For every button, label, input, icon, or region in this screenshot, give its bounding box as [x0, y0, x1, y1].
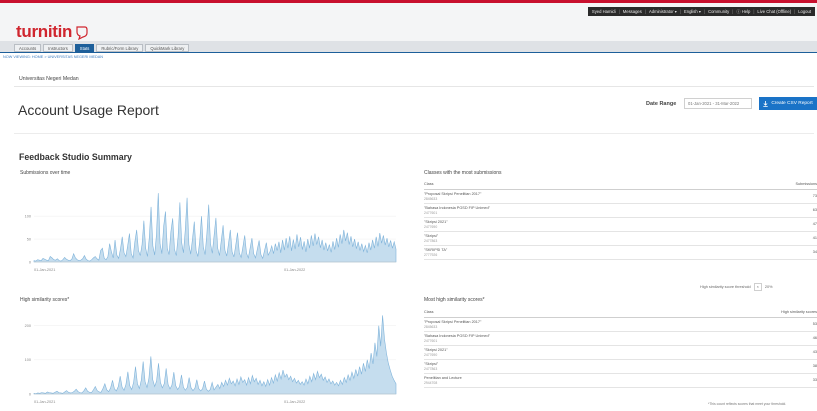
table-header: Class High similarity scores: [424, 310, 817, 318]
submission-count: 41: [812, 236, 817, 240]
table-row[interactable]: "Proposal Skripsi Penelitian 2017" 284563…: [424, 318, 817, 332]
logo-text: turnitin: [16, 22, 73, 41]
topnav-logout[interactable]: Logout: [798, 9, 811, 14]
download-icon: [763, 100, 769, 107]
class-id: 2477690: [424, 224, 438, 229]
similarity-chart-title: High similarity scores*: [20, 297, 70, 303]
institution-name: Universitas Negeri Medan: [19, 76, 79, 82]
submission-count: 73: [812, 194, 817, 198]
submissions-chart: 0 50 100 01-Jan-2021 01-Jan-2022: [18, 182, 400, 274]
topnav-role[interactable]: Administrator ▾: [649, 9, 677, 14]
y-tick-label: 100: [25, 215, 31, 219]
col-class: Class: [424, 310, 434, 314]
y-tick-label: 0: [29, 392, 31, 396]
table-row[interactable]: "Skripsi 2021" 2477690 43: [424, 346, 817, 360]
table-row[interactable]: "Proposal Skripsi Penelitian 2017" 284563…: [424, 190, 817, 204]
col-high-similarity: High similarity scores: [781, 310, 817, 314]
divider: [14, 86, 814, 87]
series-area[interactable]: [33, 315, 397, 395]
top-similarity-title: Most high similarity scores*: [424, 297, 485, 303]
similarity-chart-svg: 0 100 200 01-Jan-2021 01-Jan-2022: [25, 315, 397, 404]
similarity-threshold: High similarity score threshold × 20%: [700, 283, 772, 291]
turnitin-logo[interactable]: turnitin: [16, 23, 88, 40]
x-tick-label: 01-Jan-2021: [34, 400, 55, 404]
main-tab-bar: Accounts Instructors Stats Rubric/Form L…: [0, 41, 817, 53]
table-row[interactable]: "SKRIPSI TA" 2777926 34: [424, 246, 817, 260]
similarity-count: 46: [812, 336, 817, 340]
threshold-decrement-button[interactable]: ×: [753, 283, 762, 291]
class-id: 2845633: [424, 324, 438, 329]
topnav-help[interactable]: ⓘ Help: [736, 9, 750, 15]
class-id: 2845633: [424, 196, 438, 201]
col-submissions: Submissions: [795, 182, 817, 186]
page-title: Account Usage Report: [18, 102, 159, 118]
x-tick-label: 01-Jan-2022: [284, 268, 305, 272]
class-id: 2477863: [424, 238, 438, 243]
table-row[interactable]: "Bahasa Indonesia PGSD FIP Unimed" 247760…: [424, 204, 817, 218]
x-tick-label: 01-Jan-2022: [284, 400, 305, 404]
y-tick-label: 100: [25, 358, 31, 362]
table-row[interactable]: "Bahasa Indonesia PGSD FIP Unimed" 247760…: [424, 332, 817, 346]
class-id: 2477601: [424, 338, 438, 343]
y-tick-label: 200: [25, 324, 31, 328]
class-id: 2944708: [424, 380, 438, 385]
submission-count: 34: [812, 250, 817, 254]
similarity-count: 38: [812, 364, 817, 368]
footnote: *This count reflects scores that meet yo…: [708, 402, 787, 406]
section-title: Feedback Studio Summary: [19, 152, 132, 162]
table-row[interactable]: "Skripsi" 2477863 41: [424, 232, 817, 246]
top-classes-table: Class Submissions "Proposal Skripsi Pene…: [424, 182, 817, 260]
table-row[interactable]: Penelitian and Lecture 2944708 33: [424, 374, 817, 388]
similarity-count: 53: [812, 322, 817, 326]
series-area[interactable]: [33, 193, 397, 263]
tab-accounts[interactable]: Accounts: [14, 44, 42, 52]
breadcrumb[interactable]: NOW VIEWING: HOME > UNIVERSITAS NEGERI M…: [3, 55, 103, 59]
y-tick-label: 50: [27, 237, 31, 241]
class-id: 2777926: [424, 252, 438, 257]
divider: [14, 133, 814, 134]
create-csv-report-button[interactable]: Create CSV Report: [759, 97, 817, 110]
date-range-input[interactable]: 01-Jan-2021 - 31-Mar-2022: [684, 98, 752, 109]
tab-instructors[interactable]: Instructors: [43, 44, 73, 52]
submission-count: 63: [812, 208, 817, 212]
top-classes-title: Classes with the most submissions: [424, 170, 502, 176]
topnav-messages[interactable]: Messages: [623, 9, 642, 14]
class-id: 2477690: [424, 352, 438, 357]
tab-stats[interactable]: Stats: [74, 44, 95, 52]
table-row[interactable]: "Skripsi" 2477863 38: [424, 360, 817, 374]
submission-count: 47: [812, 222, 817, 226]
topnav-language[interactable]: English ▾: [684, 9, 701, 14]
date-range-label: Date Range: [646, 101, 677, 107]
similarity-count: 43: [812, 350, 817, 354]
topnav-user[interactable]: Syed Hamidi: [592, 9, 616, 14]
table-row[interactable]: "Skripsi 2021" 2477690 47: [424, 218, 817, 232]
create-csv-report-label: Create CSV Report: [771, 101, 813, 106]
submissions-chart-svg: 0 50 100 01-Jan-2021 01-Jan-2022: [25, 193, 397, 272]
class-id: 2477863: [424, 366, 438, 371]
top-nav: Syed Hamidi | Messages | Administrator ▾ | …: [587, 7, 815, 16]
top-similarity-table: Class High similarity scores "Proposal S…: [424, 310, 817, 388]
table-header: Class Submissions: [424, 182, 817, 190]
topnav-live-chat[interactable]: Live Chat (Offline): [757, 9, 791, 14]
threshold-value[interactable]: 20%: [765, 285, 773, 289]
y-tick-label: 0: [29, 260, 31, 264]
x-tick-label: 01-Jan-2021: [34, 268, 55, 272]
similarity-chart: 0 100 200 01-Jan-2021 01-Jan-2022: [18, 310, 400, 406]
topnav-community[interactable]: Community: [708, 9, 729, 14]
threshold-label: High similarity score threshold: [700, 285, 751, 289]
tab-quickmark-library[interactable]: QuickMark Library: [145, 44, 190, 52]
top-bar: Syed Hamidi | Messages | Administrator ▾ | …: [0, 0, 817, 41]
tab-rubric-form-library[interactable]: Rubric/Form Library: [96, 44, 144, 52]
submissions-chart-title: Submissions over time: [20, 170, 71, 176]
turnitin-logo-icon: [76, 25, 88, 40]
similarity-count: 33: [812, 378, 817, 382]
col-class: Class: [424, 182, 434, 186]
class-id: 2477601: [424, 210, 438, 215]
